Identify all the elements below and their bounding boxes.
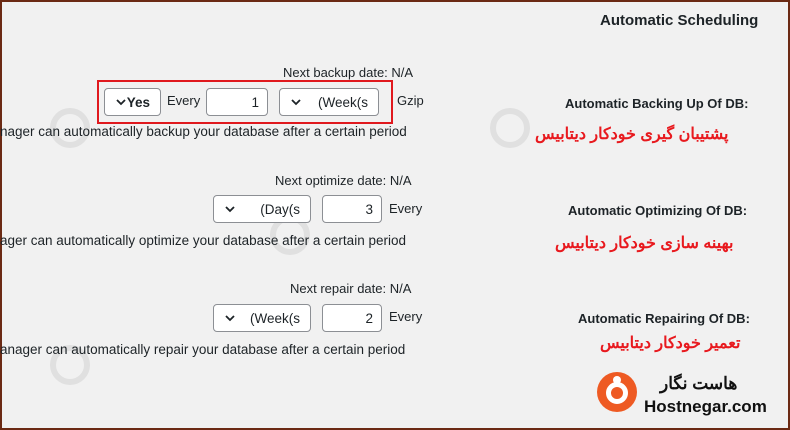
optimize-label-fa: بهینه سازی خودکار دیتابیس — [555, 235, 734, 252]
backup-description: nager can automatically backup your data… — [0, 124, 407, 139]
optimize-label: Automatic Optimizing Of DB: — [568, 203, 748, 218]
optimize-unit-select[interactable]: (Day(s — [213, 195, 311, 223]
optimize-description: ager can automatically optimize your dat… — [0, 233, 406, 248]
repair-label: Automatic Repairing Of DB: — [578, 311, 750, 326]
chevron-down-icon — [225, 315, 235, 322]
next-optimize-date: Next optimize date: N/A — [275, 173, 412, 188]
optimize-unit-value: (Day(s — [260, 202, 300, 217]
repair-label-fa: تعمیر خودکار دیتابیس — [600, 335, 741, 352]
repair-unit-value: (Week(s — [249, 311, 300, 326]
repair-interval-value: 2 — [365, 311, 373, 326]
repair-description: anager can automatically repair your dat… — [0, 342, 406, 357]
backup-label: Automatic Backing Up Of DB: — [565, 96, 749, 111]
backup-label-fa: پشتیبان گیری خودکار دیتابیس — [535, 126, 729, 143]
optimize-interval-input[interactable]: 3 — [322, 195, 382, 223]
next-repair-date: Next repair date: N/A — [290, 281, 412, 296]
repair-interval-input[interactable]: 2 — [322, 304, 382, 332]
repair-unit-select[interactable]: (Week(s — [213, 304, 311, 332]
repair-every-label: Every — [389, 309, 423, 324]
next-backup-date: Next backup date: N/A — [283, 65, 414, 80]
optimize-every-label: Every — [389, 201, 423, 216]
section-title: Automatic Scheduling — [600, 12, 759, 29]
logo-name-fa: هاست نگار — [660, 374, 738, 393]
highlight-box — [97, 80, 393, 124]
gzip-label: Gzip — [397, 93, 424, 108]
optimize-interval-value: 3 — [365, 202, 373, 217]
logo-name-en: Hostnegar.com — [644, 397, 767, 416]
hostnegar-logo-icon — [597, 372, 637, 412]
chevron-down-icon — [225, 206, 235, 213]
